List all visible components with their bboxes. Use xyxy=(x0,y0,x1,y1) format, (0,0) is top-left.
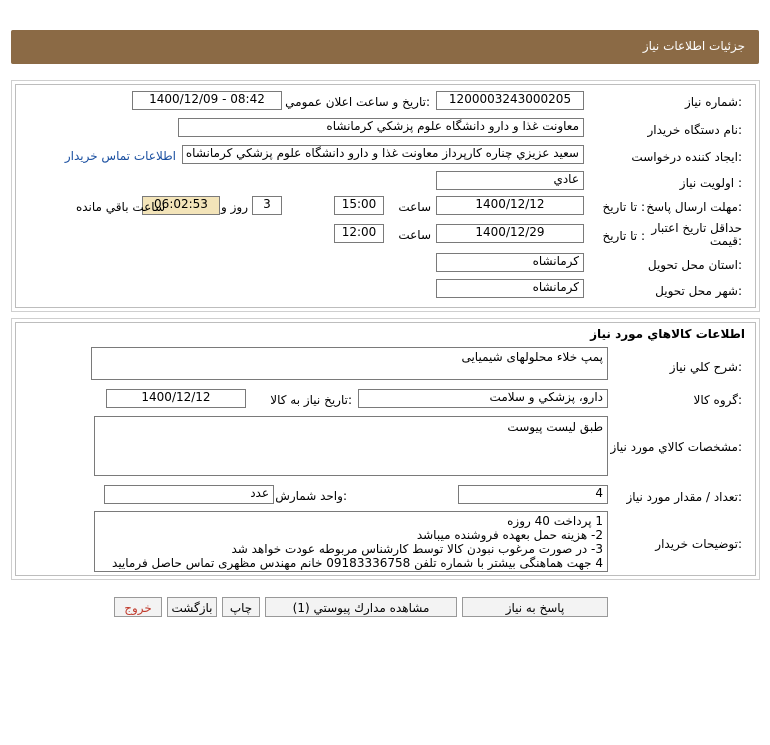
group-field: دارو، پزشكي و سلامت xyxy=(358,389,608,408)
days-label: روز و xyxy=(221,200,248,214)
desc-field: پمپ خلاء محلولهای شیمیایی xyxy=(91,347,608,380)
notes-line: 2- هزینه حمل بعهده فروشنده میباشد xyxy=(416,528,603,542)
city-label: شهر محل تحويل: xyxy=(655,284,742,298)
notes-field: 1 پرداخت 40 روزه 2- هزینه حمل بعهده فروش… xyxy=(94,511,608,572)
deadline-time-field: 15:00 xyxy=(334,196,384,215)
priority-field: عادي xyxy=(436,171,584,190)
buyer-field: معاونت غذا و دارو دانشگاه علوم پزشكي كرم… xyxy=(178,118,584,137)
need-info-panel xyxy=(11,80,760,312)
desc-label: شرح كلي نياز: xyxy=(669,360,742,374)
reply-button[interactable]: پاسخ به نياز xyxy=(462,597,608,617)
need-number-label: شماره نياز: xyxy=(684,95,742,109)
province-field: كرمانشاه xyxy=(436,253,584,272)
unit-field: عدد xyxy=(104,485,274,504)
back-button[interactable]: بازگشت xyxy=(167,597,217,617)
notes-line: 4 جهت هماهنگی بیشتر با شماره تلفن 091833… xyxy=(112,556,603,570)
notes-line: 1 پرداخت 40 روزه xyxy=(507,514,603,528)
validity-time-field: 12:00 xyxy=(334,224,384,243)
exit-button[interactable]: خروج xyxy=(114,597,162,617)
announce-label: تاريخ و ساعت اعلان عمومي: xyxy=(285,95,430,109)
validity-to-date-label: تا تاريخ : xyxy=(602,229,645,243)
goods-section-title: اطلاعات كالاهاي مورد نياز xyxy=(590,327,745,341)
remaining-time-label: ساعت باقي مانده xyxy=(75,200,165,214)
creator-field: سعيد عزيزي چناره كارپرداز معاونت غذا و د… xyxy=(182,145,584,164)
deadline-date-field: 1400/12/12 xyxy=(436,196,584,215)
need-date-field: 1400/12/12 xyxy=(106,389,246,408)
deadline-label: مهلت ارسال پاسخ: xyxy=(646,200,742,214)
deadline-to-date-label: تا تاريخ : xyxy=(602,200,645,214)
validity-date-field: 1400/12/29 xyxy=(436,224,584,243)
announce-field: 1400/12/09 - 08:42 xyxy=(132,91,282,110)
deadline-time-label: ساعت xyxy=(398,200,431,214)
validity-time-label: ساعت xyxy=(398,228,431,242)
unit-label: واحد شمارش: xyxy=(275,489,347,503)
priority-label: اولويت نياز : xyxy=(679,176,742,190)
city-field: كرمانشاه xyxy=(436,279,584,298)
need-number-field: 1200003243000205 xyxy=(436,91,584,110)
need-date-label: تاريخ نياز به كالا: xyxy=(270,393,352,407)
qty-label: تعداد / مقدار مورد نياز: xyxy=(626,490,742,504)
notes-label: توضيحات خريدار: xyxy=(655,537,742,551)
specs-field: طبق لیست پیوست xyxy=(94,416,608,476)
notes-line: 3- در صورت مرغوب نبودن کالا توسط کارشناس… xyxy=(231,542,603,556)
buyer-label: نام دستگاه خريدار: xyxy=(647,123,743,137)
specs-label: مشخصات كالاي مورد نياز: xyxy=(610,440,742,454)
qty-field: 4 xyxy=(458,485,608,504)
creator-label: ايجاد كننده درخواست: xyxy=(631,150,742,164)
days-field: 3 xyxy=(252,196,282,215)
province-label: استان محل تحويل: xyxy=(647,258,742,272)
page-title: جزئيات اطلاعات نياز xyxy=(642,39,745,53)
view-attachments-button[interactable]: مشاهده مدارك پيوستي (1) xyxy=(265,597,457,617)
buyer-contact-link[interactable]: اطلاعات تماس خريدار xyxy=(65,149,176,163)
page-header: جزئيات اطلاعات نياز xyxy=(11,30,759,64)
print-button[interactable]: چاپ xyxy=(222,597,260,617)
group-label: گروه كالا: xyxy=(693,393,743,407)
